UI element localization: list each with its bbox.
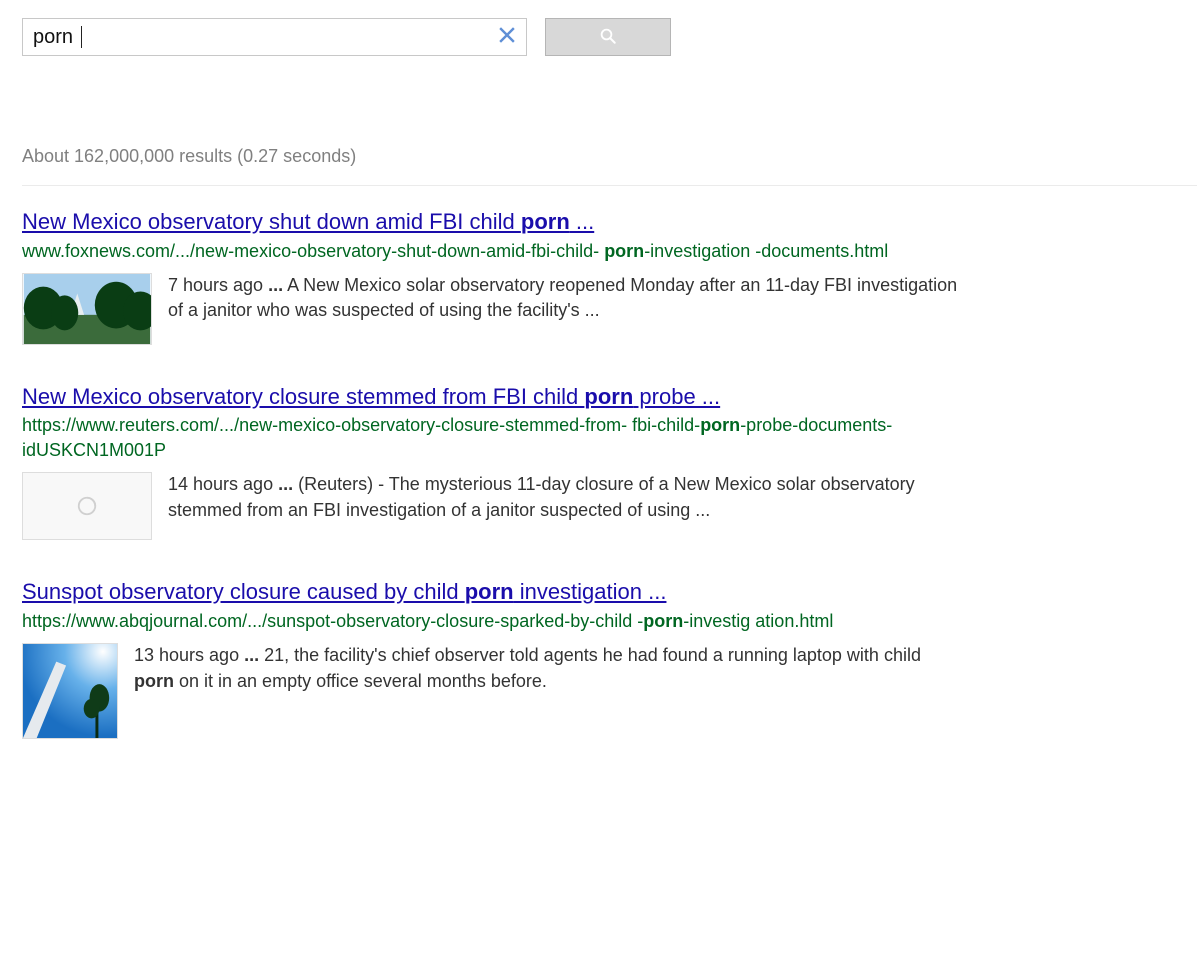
result-title-text: New Mexico observatory closure stemmed f…: [22, 384, 584, 409]
result-snippet: 14 hours ago ... (Reuters) - The mysteri…: [168, 472, 958, 523]
result-thumbnail: [22, 273, 152, 345]
snippet-bold: porn: [134, 671, 174, 691]
result-url: https://www.reuters.com/.../new-mexico-o…: [22, 413, 982, 462]
search-input[interactable]: [23, 19, 488, 55]
result-snippet: 7 hours ago ... A New Mexico solar obser…: [168, 273, 958, 324]
result-stats: About 162,000,000 results (0.27 seconds): [22, 146, 1200, 167]
result-snippet: 13 hours ago ... 21, the facility's chie…: [134, 643, 924, 694]
search-result: Sunspot observatory closure caused by ch…: [22, 578, 1002, 739]
search-icon: [599, 27, 617, 48]
close-icon: [498, 26, 516, 49]
snippet-text: 13 hours ago: [134, 645, 244, 665]
result-body: 7 hours ago ... A New Mexico solar obser…: [22, 273, 1002, 345]
result-url: www.foxnews.com/.../new-mexico-observato…: [22, 239, 982, 263]
result-title-suffix: ...: [570, 209, 594, 234]
search-box[interactable]: [22, 18, 527, 56]
result-body: 14 hours ago ... (Reuters) - The mysteri…: [22, 472, 1002, 540]
snippet-text: A New Mexico solar observatory reopened …: [168, 275, 957, 321]
text-caret: [81, 26, 82, 48]
result-thumbnail: [22, 643, 118, 739]
result-title-bold: porn: [584, 384, 633, 409]
result-title-bold: porn: [521, 209, 570, 234]
search-result: New Mexico observatory closure stemmed f…: [22, 383, 1002, 540]
result-body: 13 hours ago ... 21, the facility's chie…: [22, 643, 1002, 739]
snippet-bold: ...: [244, 645, 259, 665]
result-title-suffix: investigation ...: [514, 579, 667, 604]
snippet-text: 21, the facility's chief observer told a…: [259, 645, 921, 665]
divider: [22, 185, 1197, 186]
snippet-bold: ...: [268, 275, 283, 295]
snippet-text: on it in an empty office several months …: [174, 671, 547, 691]
result-title-link[interactable]: Sunspot observatory closure caused by ch…: [22, 579, 666, 604]
result-title-text: New Mexico observatory shut down amid FB…: [22, 209, 521, 234]
search-bar: [22, 18, 1200, 56]
result-title-text: Sunspot observatory closure caused by ch…: [22, 579, 465, 604]
result-url: https://www.abqjournal.com/.../sunspot-o…: [22, 609, 982, 633]
result-title-link[interactable]: New Mexico observatory closure stemmed f…: [22, 384, 720, 409]
clear-search-button[interactable]: [488, 19, 526, 55]
result-title-link[interactable]: New Mexico observatory shut down amid FB…: [22, 209, 594, 234]
search-results: New Mexico observatory shut down amid FB…: [22, 208, 1002, 739]
search-result: New Mexico observatory shut down amid FB…: [22, 208, 1002, 345]
snippet-text: 7 hours ago: [168, 275, 268, 295]
snippet-bold: ...: [278, 474, 293, 494]
result-thumbnail: [22, 472, 152, 540]
search-button[interactable]: [545, 18, 671, 56]
result-title-bold: porn: [465, 579, 514, 604]
result-title-suffix: probe ...: [633, 384, 720, 409]
snippet-text: 14 hours ago: [168, 474, 278, 494]
